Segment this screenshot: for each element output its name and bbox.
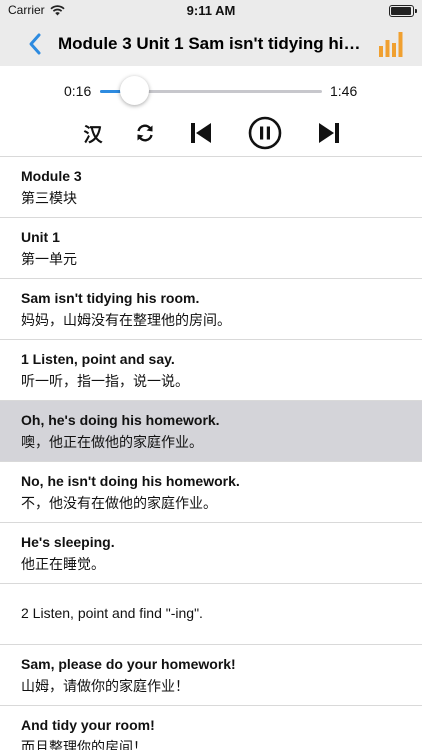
sentence-row[interactable]: 1 Listen, point and say. 听一听，指一指，说一说。	[0, 339, 422, 400]
status-time: 9:11 AM	[186, 3, 236, 18]
previous-button[interactable]	[186, 116, 216, 150]
sentence-english: Oh, he's doing his homework.	[21, 412, 220, 428]
sentence-english: No, he isn't doing his homework.	[21, 473, 240, 489]
status-bar: Carrier 9:11 AM	[0, 0, 422, 22]
chinese-toggle-button[interactable]: 汉	[76, 116, 110, 150]
equalizer-icon	[379, 32, 403, 57]
sentence-row[interactable]: Unit 1 第一单元	[0, 217, 422, 278]
sentence-chinese: 他正在睡觉。	[21, 557, 105, 573]
sentence-row[interactable]: 2 Listen, point and find "-ing".	[0, 583, 422, 644]
sentence-chinese: 第一单元	[21, 252, 77, 268]
sentence-chinese: 听一听，指一指，说一说。	[21, 374, 189, 390]
sentence-english: Module 3	[21, 168, 82, 184]
sentence-row[interactable]: And tidy your room! 而且整理你的房间！	[0, 705, 422, 750]
sentence-row[interactable]: Oh, he's doing his homework. 噢，他正在做他的家庭作业…	[0, 400, 422, 461]
sentence-english: Unit 1	[21, 229, 60, 245]
navigation-bar: Module 3 Unit 1 Sam isn't tidying his ro…	[0, 22, 422, 66]
progress-thumb[interactable]	[119, 76, 149, 105]
total-time: 1:46	[330, 83, 358, 99]
sentence-chinese: 第三模块	[21, 191, 77, 207]
repeat-icon	[137, 124, 153, 142]
chevron-left-icon	[29, 33, 41, 55]
sentence-english: 2 Listen, point and find "-ing".	[21, 605, 203, 621]
skip-previous-icon	[191, 123, 211, 143]
sentence-row[interactable]: No, he isn't doing his homework. 不，他没有在做他…	[0, 461, 422, 522]
sentence-list[interactable]: Module 3 第三模块 Unit 1 第一单元 Sam isn't tidying …	[0, 156, 422, 750]
pause-button[interactable]	[248, 116, 282, 150]
sentence-chinese: 噢，他正在做他的家庭作业。	[21, 435, 203, 451]
pause-icon	[248, 116, 282, 150]
equalizer-button[interactable]	[378, 28, 406, 58]
repeat-button[interactable]	[130, 116, 160, 150]
battery-icon	[389, 5, 417, 17]
sentence-chinese: 不，他没有在做他的家庭作业。	[21, 496, 217, 512]
sentence-chinese: 山姆，请做你的家庭作业！	[21, 679, 189, 695]
sentence-english: Sam isn't tidying his room.	[21, 290, 200, 306]
sentence-english: And tidy your room!	[21, 717, 155, 733]
sentence-english: 1 Listen, point and say.	[21, 351, 175, 367]
back-button[interactable]	[22, 30, 50, 58]
sentence-row[interactable]: Module 3 第三模块	[0, 156, 422, 217]
sentence-row[interactable]: He's sleeping. 他正在睡觉。	[0, 522, 422, 583]
sentence-english: Sam, please do your homework!	[21, 656, 236, 672]
sentence-english: He's sleeping.	[21, 534, 115, 550]
current-time: 0:16	[64, 83, 92, 99]
next-button[interactable]	[314, 116, 344, 150]
sentence-row[interactable]: Sam, please do your homework! 山姆，请做你的家庭作业…	[0, 644, 422, 705]
sentence-row[interactable]: Sam isn't tidying his room. 妈妈，山姆没有在整理他的房…	[0, 278, 422, 339]
page-title: Module 3 Unit 1 Sam isn't tidying his ro…	[58, 34, 368, 53]
sentence-chinese: 而且整理你的房间！	[21, 740, 147, 750]
audio-player: 0:16 1:46 汉	[0, 66, 422, 156]
skip-next-icon	[319, 123, 339, 143]
sentence-chinese: 妈妈，山姆没有在整理他的房间。	[21, 313, 231, 329]
battery-level	[391, 7, 411, 15]
